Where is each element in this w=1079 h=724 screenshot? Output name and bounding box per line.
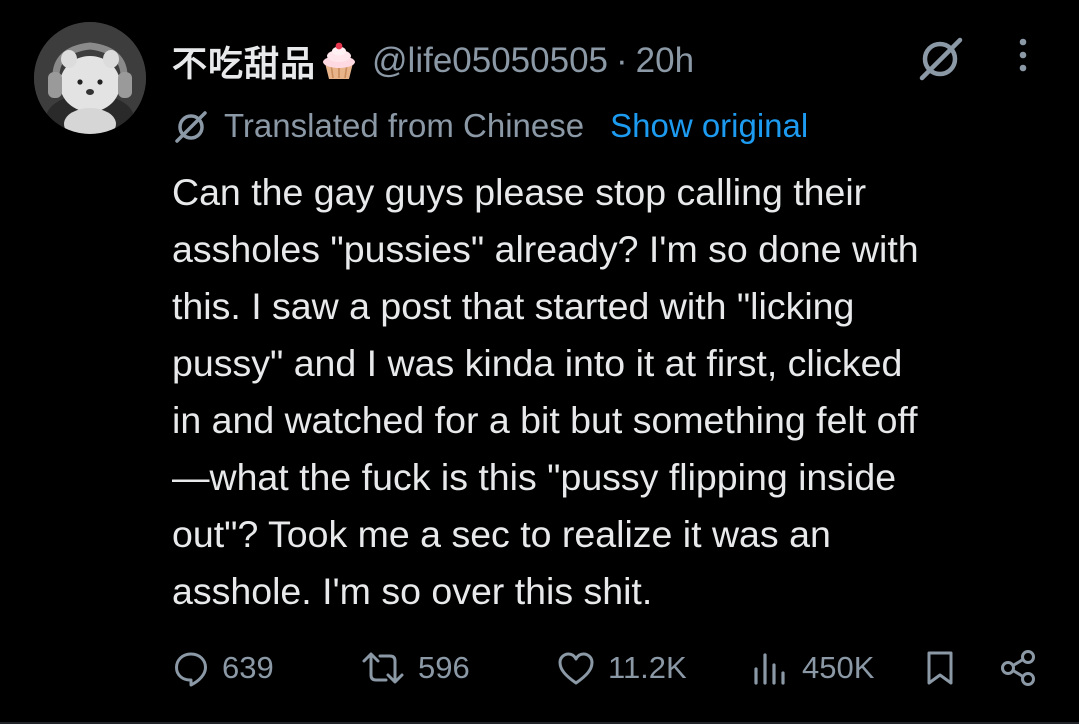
bookmark-icon: [927, 651, 953, 685]
grok-icon[interactable]: [914, 36, 966, 82]
meta-separator: ·: [616, 41, 628, 80]
translation-notice: Translated from Chinese Show original: [172, 104, 808, 148]
reply-icon: [175, 652, 207, 687]
like-count: 11.2K: [608, 650, 687, 685]
repost-button[interactable]: 596: [360, 640, 470, 696]
heart-icon: [558, 652, 594, 685]
views-chart-icon: [754, 653, 785, 685]
translated-from-label: Translated from Chinese: [224, 107, 585, 144]
post-time[interactable]: 20h: [636, 41, 694, 81]
tweet-action-bar: 639 596 11.2K 450K: [0, 640, 1079, 696]
reply-button[interactable]: 639: [172, 640, 274, 696]
repost-count: 596: [418, 650, 470, 685]
cupcake-emoji-icon: [320, 41, 358, 81]
avatar[interactable]: [34, 22, 146, 134]
translate-icon: [172, 107, 210, 145]
show-original-link[interactable]: Show original: [610, 107, 808, 145]
views-button[interactable]: 450K: [750, 640, 874, 696]
author-handle[interactable]: @life05050505: [372, 41, 608, 81]
reply-count: 639: [222, 650, 274, 685]
share-icon: [1001, 650, 1035, 686]
bookmark-button[interactable]: [920, 640, 960, 696]
like-button[interactable]: 11.2K: [556, 640, 687, 696]
tweet-text: Can the gay guys please stop calling the…: [172, 171, 919, 612]
author-display-name[interactable]: 不吃甜品: [172, 36, 316, 87]
tweet-header: 不吃甜品 @life05050505 · 20h: [172, 38, 694, 84]
views-count: 450K: [802, 650, 875, 685]
more-dots-icon[interactable]: [1010, 36, 1036, 76]
share-button[interactable]: [998, 640, 1038, 696]
repost-icon: [362, 652, 404, 684]
